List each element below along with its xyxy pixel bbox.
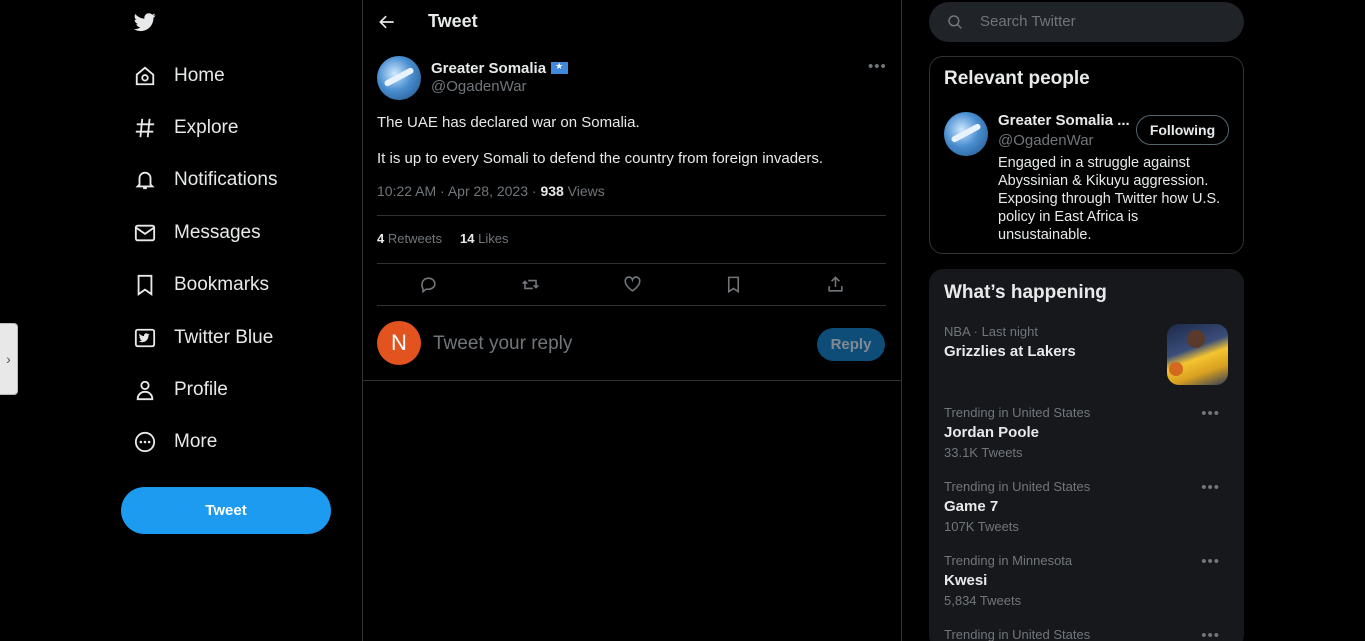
trend-context: Trending in Minnesota (944, 553, 1073, 568)
likes-stat[interactable]: 14 Likes (460, 231, 508, 246)
divider (377, 305, 886, 306)
relevant-people-title: Relevant people (944, 68, 1090, 89)
nav-twitter-blue[interactable]: Twitter Blue (121, 318, 273, 358)
home-icon (133, 64, 157, 88)
share-icon[interactable] (824, 273, 846, 295)
tweet-stats: 4 Retweets 14 Likes (377, 231, 508, 246)
nav-home-label: Home (174, 65, 225, 86)
nav-messages-label: Messages (174, 222, 261, 243)
like-heart-icon[interactable] (621, 273, 643, 295)
retweets-stat[interactable]: 4 Retweets (377, 231, 442, 246)
trend-more-icon[interactable]: ••• (1201, 627, 1220, 641)
relevant-person-name[interactable]: Greater Somalia ... (998, 112, 1130, 129)
tweet-more-icon[interactable]: ••• (868, 58, 887, 75)
nav-messages[interactable]: Messages (121, 213, 261, 253)
trend-count: 107K Tweets (944, 519, 1019, 534)
author-handle[interactable]: @OgadenWar (431, 78, 527, 95)
more-circle-icon (133, 430, 157, 454)
tweet-button[interactable]: Tweet (121, 487, 331, 534)
trend-context: Trending in United States (944, 405, 1091, 420)
nav-home[interactable]: Home (121, 56, 225, 96)
tweet-actions (377, 273, 886, 295)
tweet-detail-column: Tweet Greater Somalia @OgadenWar ••• The… (362, 0, 902, 641)
trend-name: Jordan Poole (944, 424, 1040, 441)
nav-profile-label: Profile (174, 379, 228, 400)
nav-twitter-blue-label: Twitter Blue (174, 327, 274, 348)
nav-explore-label: Explore (174, 117, 239, 138)
trend-item[interactable]: Trending in United States ••• (944, 627, 1229, 641)
envelope-icon (133, 221, 157, 245)
trend-count: 5,834 Tweets (944, 593, 1022, 608)
page-title: Tweet (428, 11, 478, 31)
reply-composer: N Tweet your reply Reply (377, 321, 886, 367)
views-label: Views (563, 183, 605, 199)
bookmark-action-icon[interactable] (722, 273, 744, 295)
divider (377, 215, 886, 216)
whats-happening-title: What’s happening (944, 282, 1107, 303)
person-icon (133, 378, 157, 402)
nav-bookmarks-label: Bookmarks (174, 274, 270, 295)
nav-profile[interactable]: Profile (121, 370, 228, 410)
reply-icon[interactable] (417, 273, 439, 295)
views-count: 938 (540, 183, 564, 199)
chevron-right-icon: › (6, 351, 11, 367)
search-icon (948, 15, 962, 29)
search-bar[interactable]: Search Twitter (929, 2, 1244, 42)
twitter-blue-icon (133, 326, 157, 350)
divider (377, 263, 886, 264)
author-avatar[interactable] (377, 56, 421, 100)
twitter-logo-icon[interactable] (132, 11, 158, 33)
trend-name: Kwesi (944, 572, 988, 589)
trend-context: Trending in United States (944, 479, 1091, 494)
likes-label: Likes (474, 231, 509, 246)
back-arrow-icon[interactable] (377, 12, 397, 32)
bell-icon (133, 168, 157, 192)
somalia-flag-icon (551, 61, 569, 74)
nav-notifications[interactable]: Notifications (121, 160, 278, 200)
relevant-people-card: Relevant people Greater Somalia ... @Oga… (929, 56, 1244, 254)
divider (363, 380, 901, 381)
nav-more[interactable]: More (121, 422, 217, 462)
user-avatar[interactable]: N (377, 321, 421, 365)
nav-notifications-label: Notifications (174, 169, 278, 190)
trend-name: Game 7 (944, 498, 999, 515)
likes-count: 14 (460, 231, 475, 246)
hashtag-icon (133, 116, 157, 140)
trend-context: Trending in United States (944, 627, 1091, 641)
trend-more-icon[interactable]: ••• (1201, 553, 1220, 570)
author-name[interactable]: Greater Somalia (431, 60, 546, 77)
sidebar-toggle-tab[interactable]: › (0, 323, 18, 395)
relevant-person-handle[interactable]: @OgadenWar (998, 132, 1094, 149)
author-name-row[interactable]: Greater Somalia (431, 60, 569, 77)
relevant-person-bio: Engaged in a struggle against Abyssinian… (998, 155, 1221, 243)
trend-more-icon[interactable]: ••• (1201, 405, 1220, 422)
nav-more-label: More (174, 431, 218, 452)
reply-input[interactable]: Tweet your reply (433, 333, 572, 355)
tweet-timestamp[interactable]: 10:22 AM · Apr 28, 2023 · (377, 183, 540, 199)
whats-happening-panel: What’s happening NBA · Last night Grizzl… (929, 269, 1244, 641)
retweets-label: Retweets (384, 231, 443, 246)
trend-item[interactable]: Trending in Minnesota Kwesi 5,834 Tweets… (944, 553, 1229, 608)
tweet-text-line-1: The UAE has declared war on Somalia. (377, 114, 640, 131)
tweet-meta: 10:22 AM · Apr 28, 2023 · 938 Views (377, 183, 605, 199)
reply-button[interactable]: Reply (817, 328, 885, 361)
retweet-icon[interactable] (519, 273, 541, 295)
trend-item[interactable]: Trending in United States Jordan Poole 3… (944, 405, 1229, 460)
search-input[interactable]: Search Twitter (980, 13, 1076, 30)
bookmark-icon (133, 273, 157, 297)
trend-thumbnail-image (1167, 324, 1228, 385)
trend-count: 33.1K Tweets (944, 445, 1023, 460)
nav-explore[interactable]: Explore (121, 108, 238, 148)
tweet-text-line-2: It is up to every Somali to defend the c… (377, 150, 824, 167)
following-button[interactable]: Following (1136, 115, 1229, 145)
trend-more-icon[interactable]: ••• (1201, 479, 1220, 496)
nav-bookmarks[interactable]: Bookmarks (121, 265, 269, 305)
trend-item[interactable]: Trending in United States Game 7 107K Tw… (944, 479, 1229, 534)
relevant-person-avatar[interactable] (944, 112, 988, 156)
